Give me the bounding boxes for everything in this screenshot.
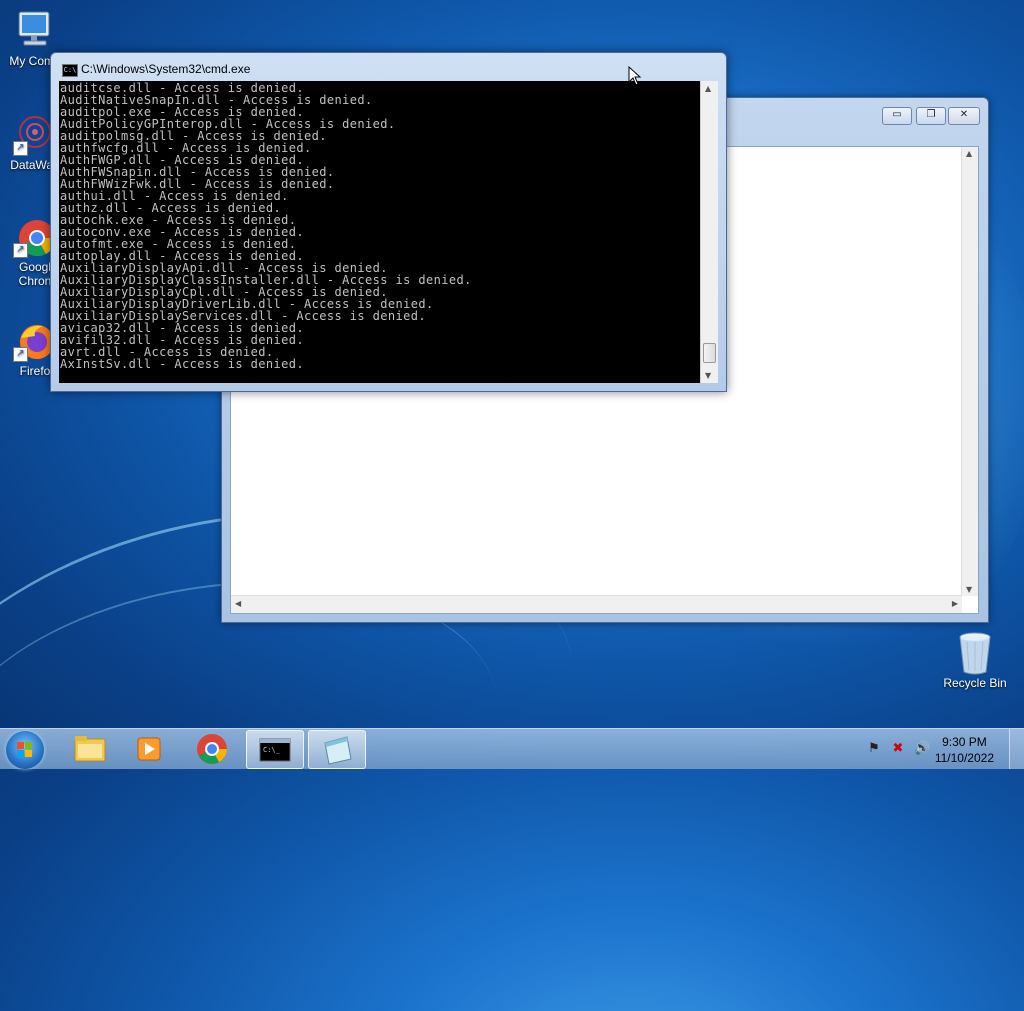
start-button[interactable] bbox=[6, 731, 44, 769]
vertical-scrollbar[interactable]: ▲ ▼ bbox=[700, 81, 718, 383]
clock[interactable]: 9:30 PM 11/10/2022 bbox=[935, 734, 994, 766]
horizontal-scrollbar[interactable]: ◀ ▶ bbox=[231, 595, 962, 613]
volume-icon[interactable]: 🔊 bbox=[914, 741, 930, 757]
scroll-right-arrow-icon[interactable]: ▶ bbox=[952, 599, 958, 608]
window-title: C:\Windows\System32\cmd.exe bbox=[81, 62, 251, 76]
maximize-icon: ❐ bbox=[926, 109, 936, 120]
taskbar-media-player-button[interactable] bbox=[121, 730, 177, 767]
desktop-icon-label: Recycle Bin bbox=[943, 676, 1007, 690]
computer-icon bbox=[13, 8, 57, 52]
close-button[interactable]: ✕ bbox=[948, 107, 980, 125]
taskbar-chrome-button[interactable] bbox=[184, 730, 240, 767]
taskbar-notepad-button[interactable] bbox=[308, 730, 366, 769]
taskbar: C:\_ ⚑ ✖ 🔊 9:30 PM 11/10/2022 bbox=[0, 728, 1024, 769]
clock-time: 9:30 PM bbox=[942, 735, 987, 749]
shortcut-arrow-icon: ↗ bbox=[13, 141, 28, 156]
minimize-icon: ▭ bbox=[892, 109, 902, 120]
shortcut-arrow-icon: ↗ bbox=[13, 243, 28, 258]
media-player-icon bbox=[137, 737, 161, 761]
scroll-up-arrow-icon[interactable]: ▲ bbox=[966, 149, 972, 158]
shortcut-arrow-icon: ↗ bbox=[13, 347, 28, 362]
scroll-down-arrow-icon[interactable]: ▼ bbox=[705, 371, 711, 380]
notepad-icon bbox=[324, 736, 352, 765]
cmd-window[interactable]: C:\ C:\Windows\System32\cmd.exe auditcse… bbox=[50, 52, 727, 392]
chrome-icon bbox=[197, 734, 227, 764]
svg-text:C:\_: C:\_ bbox=[263, 746, 281, 754]
explorer-icon bbox=[74, 736, 106, 762]
minimize-button[interactable]: ▭ bbox=[882, 107, 912, 125]
taskbar-cmd-button[interactable]: C:\_ bbox=[246, 730, 304, 769]
scroll-thumb[interactable] bbox=[703, 343, 716, 363]
cmd-icon: C:\_ bbox=[259, 738, 291, 762]
taskbar-explorer-button[interactable] bbox=[61, 730, 117, 767]
show-desktop-button[interactable] bbox=[1009, 729, 1024, 769]
maximize-button[interactable]: ❐ bbox=[916, 107, 946, 125]
mouse-cursor-icon bbox=[628, 66, 642, 86]
cmd-window-icon: C:\ bbox=[62, 64, 78, 77]
scroll-down-arrow-icon[interactable]: ▼ bbox=[966, 585, 972, 594]
close-icon: ✕ bbox=[959, 109, 969, 120]
recycle-bin-icon bbox=[953, 630, 997, 675]
clock-date: 11/10/2022 bbox=[934, 751, 994, 765]
network-icon[interactable]: ✖ bbox=[890, 741, 906, 757]
action-center-icon[interactable]: ⚑ bbox=[866, 741, 882, 757]
desktop-icon-recycle-bin[interactable]: Recycle Bin bbox=[938, 630, 1012, 690]
vertical-scrollbar[interactable]: ▲ ▼ bbox=[961, 147, 978, 596]
windows-logo-icon bbox=[17, 742, 33, 758]
scroll-left-arrow-icon[interactable]: ◀ bbox=[235, 599, 241, 608]
console-output[interactable]: auditcse.dll - Access is denied. AuditNa… bbox=[59, 81, 700, 383]
console-text: auditcse.dll - Access is denied. AuditNa… bbox=[60, 81, 472, 371]
scroll-up-arrow-icon[interactable]: ▲ bbox=[705, 84, 711, 93]
